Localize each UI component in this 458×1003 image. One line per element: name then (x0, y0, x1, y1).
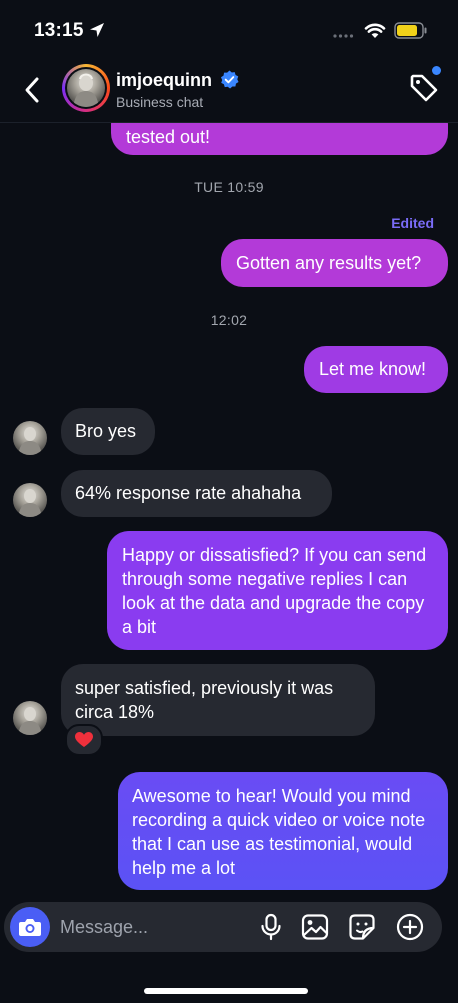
chat-subtitle: Business chat (116, 94, 204, 110)
camera-icon (19, 919, 41, 936)
camera-button[interactable] (10, 907, 50, 947)
message-outgoing[interactable]: Gotten any results yet? (221, 239, 448, 287)
tag-icon[interactable] (408, 72, 440, 104)
sender-avatar[interactable] (13, 701, 47, 735)
heart-reaction[interactable] (65, 724, 103, 756)
verified-badge-icon (220, 70, 239, 89)
chat-username[interactable]: imjoequinn (116, 70, 212, 91)
cellular-signal-icon (333, 34, 354, 38)
message-outgoing[interactable]: Happy or dissatisfied? If you can send t… (107, 531, 448, 650)
sticker-icon[interactable] (347, 912, 377, 942)
notification-dot (432, 66, 441, 75)
message-composer (4, 902, 442, 952)
message-incoming[interactable]: 64% response rate ahahaha (61, 470, 332, 517)
chat-screen: 13:15 imjoequinn Business chat tested ou… (0, 0, 458, 1003)
message-incoming[interactable]: Bro yes (61, 408, 155, 455)
sender-avatar[interactable] (13, 421, 47, 455)
message-list[interactable]: tested out! TUE 10:59 Edited Gotten any … (0, 123, 458, 900)
home-indicator[interactable] (144, 988, 308, 994)
chat-header: imjoequinn Business chat (0, 58, 458, 123)
add-icon[interactable] (395, 912, 425, 942)
back-chevron-icon[interactable] (18, 72, 48, 108)
timestamp: TUE 10:59 (194, 179, 264, 195)
status-time: 13:15 (34, 20, 84, 41)
microphone-icon[interactable] (256, 912, 286, 942)
message-outgoing[interactable]: Awesome to hear! Would you mind recordin… (118, 772, 448, 890)
message-outgoing[interactable]: Let me know! (304, 346, 448, 393)
heart-icon (75, 732, 93, 747)
profile-avatar[interactable] (62, 64, 110, 112)
gallery-icon[interactable] (300, 912, 330, 942)
wifi-icon (364, 23, 386, 38)
message-incoming[interactable]: super satisfied, previously it was circa… (61, 664, 375, 736)
status-bar: 13:15 (0, 0, 458, 58)
battery-icon (394, 22, 427, 39)
message-outgoing[interactable]: tested out! (111, 123, 448, 155)
edited-label: Edited (391, 215, 434, 231)
timestamp: 12:02 (210, 312, 248, 328)
location-arrow-icon (90, 23, 104, 37)
sender-avatar[interactable] (13, 483, 47, 517)
message-input[interactable] (60, 912, 240, 942)
